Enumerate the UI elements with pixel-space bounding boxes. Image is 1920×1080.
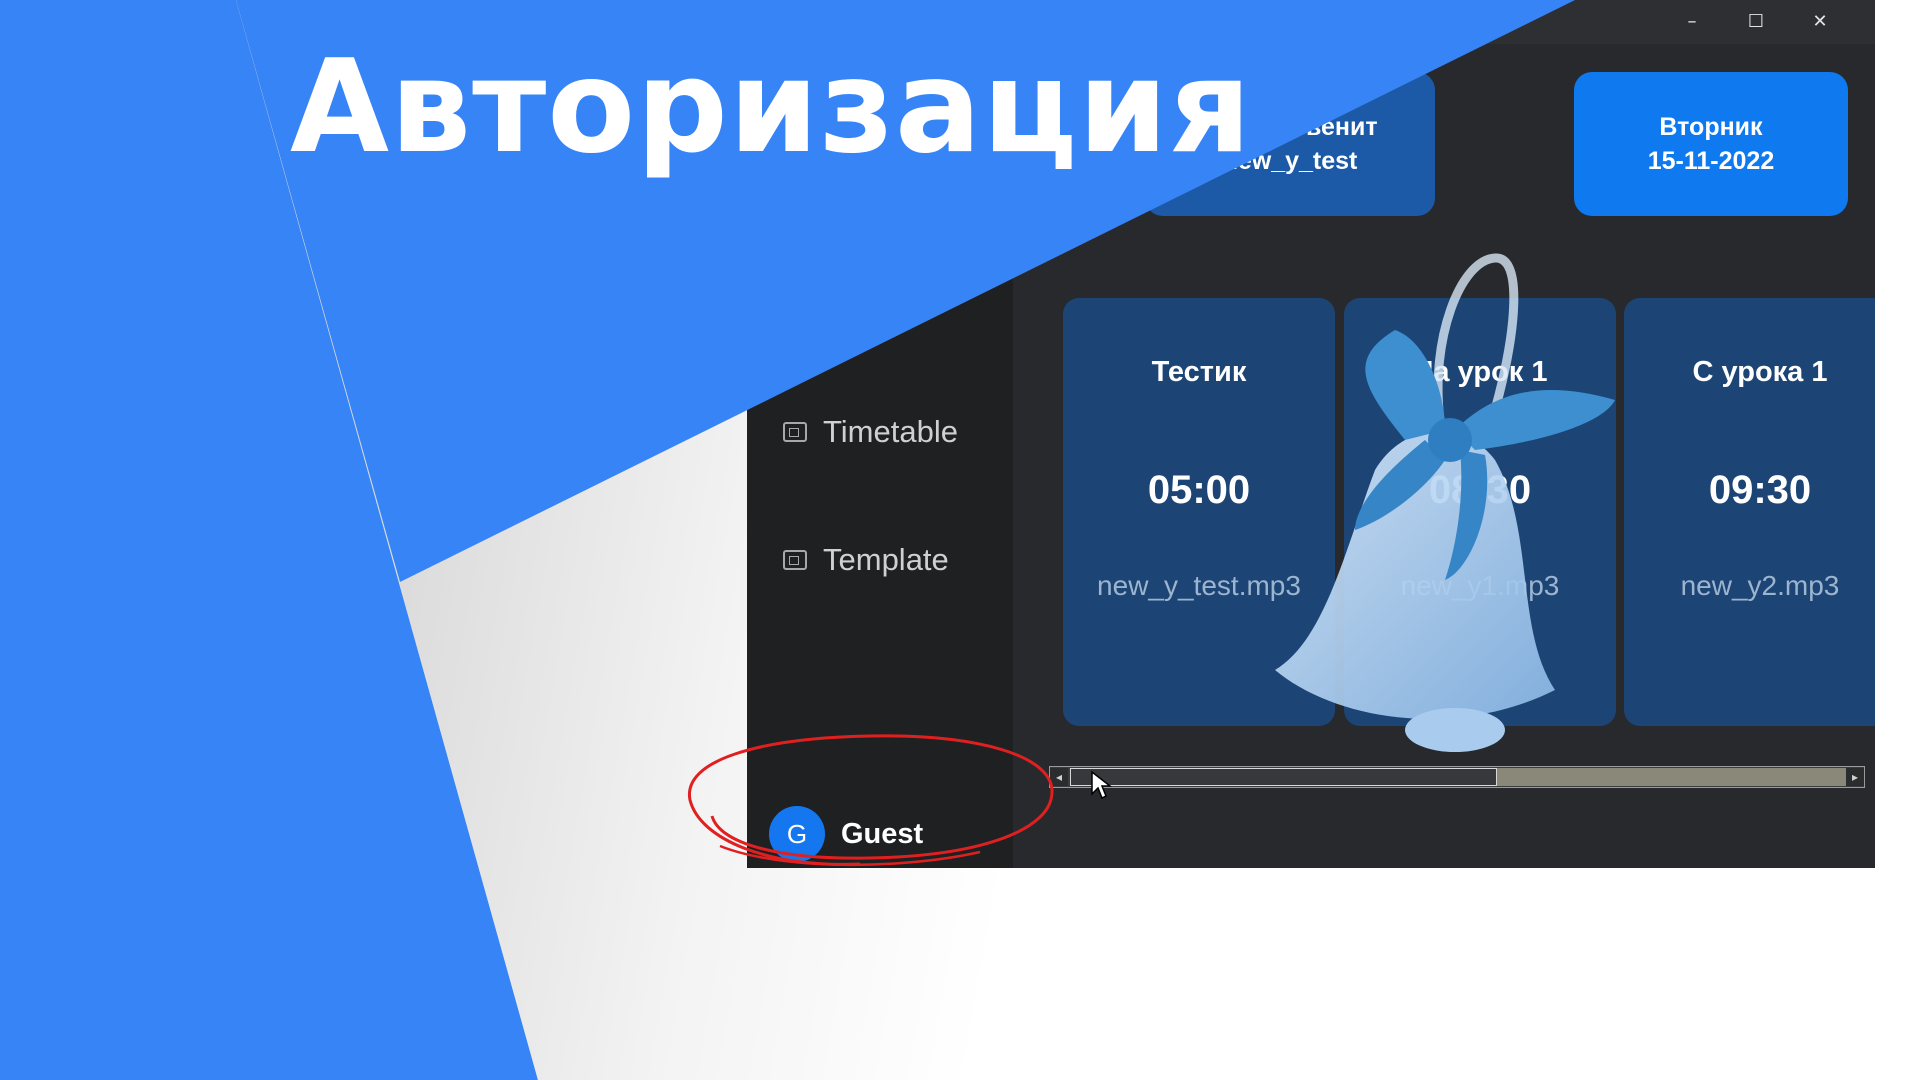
mouse-cursor-icon bbox=[1091, 770, 1112, 800]
annotation-circle bbox=[687, 734, 1054, 867]
